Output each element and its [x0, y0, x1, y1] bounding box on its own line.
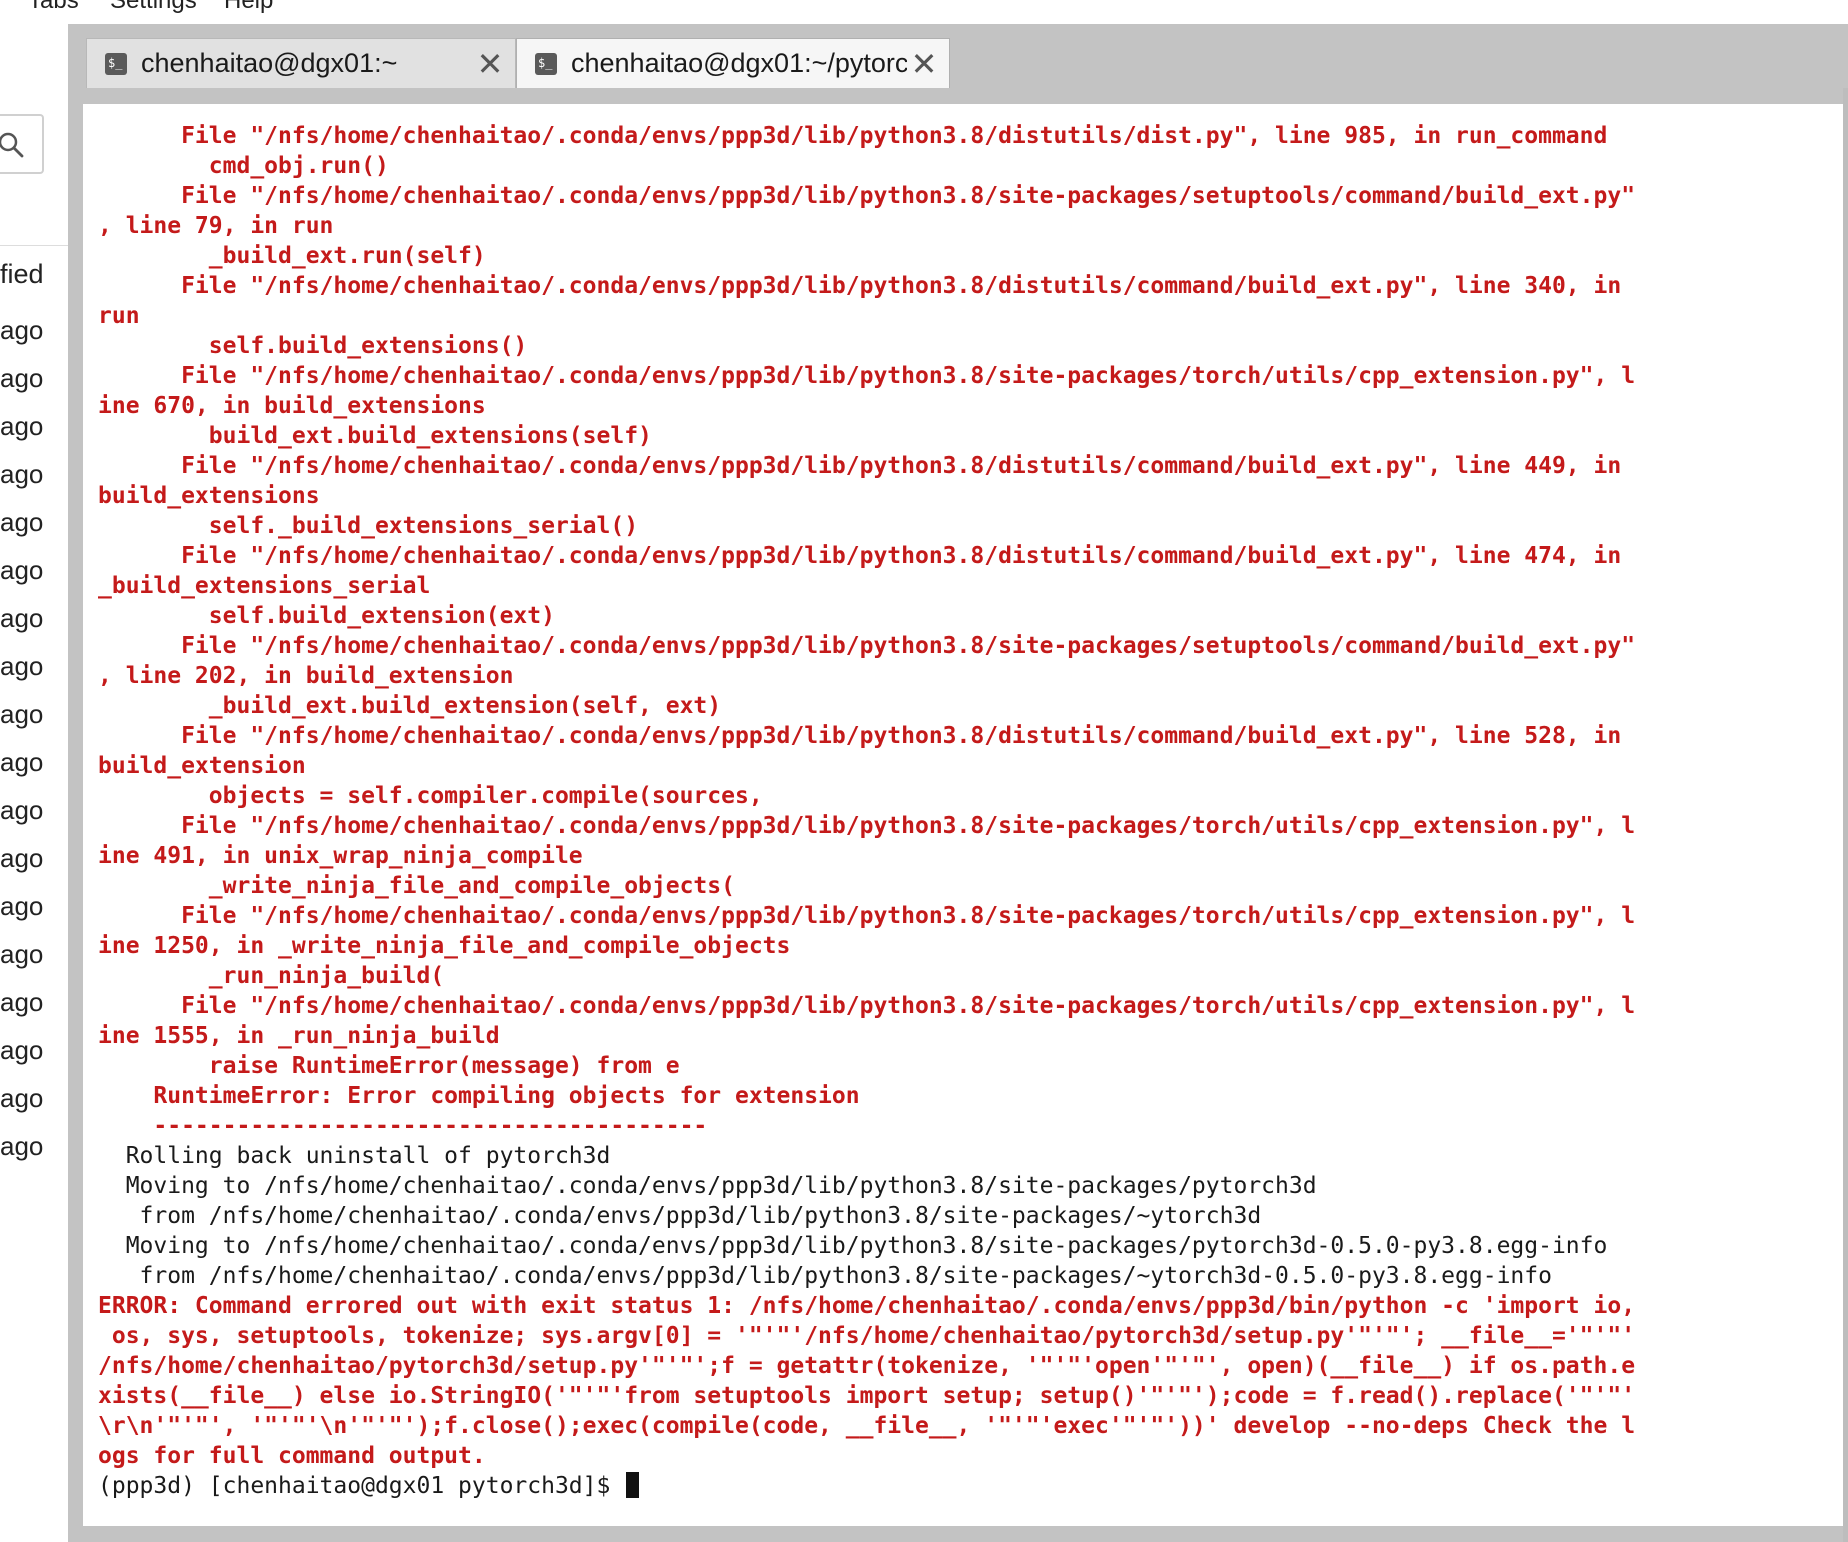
prompt-line[interactable]: (ppp3d) [chenhaitao@dgx01 pytorch3d]$ — [98, 1471, 1635, 1501]
list-item[interactable]: ago — [0, 498, 43, 546]
tab-label: chenhaitao@dgx01:~/pytorch3d — [571, 48, 907, 78]
tab-label: chenhaitao@dgx01:~ — [141, 48, 398, 78]
list-item[interactable]: ago — [0, 738, 43, 786]
terminal-text: File "/nfs/home/chenhaitao/.conda/envs/p… — [98, 121, 1635, 1501]
column-header-modified[interactable]: fied — [0, 259, 44, 290]
background-file-browser: fied ago ago ago ago ago ago ago ago ago… — [0, 24, 68, 1542]
error-output-line: , line 79, in run — [98, 213, 334, 239]
error-output-line: build_ext.build_extensions(self) — [98, 423, 652, 449]
list-item[interactable]: ago — [0, 978, 43, 1026]
tab-pytorch3d-terminal[interactable]: $_ chenhaitao@dgx01:~/pytorch3d ✕ — [516, 38, 950, 88]
tab-home-terminal[interactable]: $_ chenhaitao@dgx01:~ ✕ — [86, 38, 516, 88]
terminal-icon: $_ — [105, 52, 127, 75]
error-output-line: File "/nfs/home/chenhaitao/.conda/envs/p… — [98, 903, 1636, 929]
error-output-line: build_extension — [98, 753, 306, 779]
error-output-line: , line 202, in build_extension — [98, 663, 514, 689]
tab-bar: $_ chenhaitao@dgx01:~ ✕ $_ chenhaitao@dg… — [68, 24, 1848, 88]
error-output-line: File "/nfs/home/chenhaitao/.conda/envs/p… — [98, 273, 1622, 299]
list-item[interactable]: ago — [0, 834, 43, 882]
shell-prompt: (ppp3d) [chenhaitao@dgx01 pytorch3d]$ — [98, 1473, 625, 1499]
list-item[interactable]: ago — [0, 546, 43, 594]
list-item[interactable]: ago — [0, 450, 43, 498]
error-output-line: os, sys, setuptools, tokenize; sys.argv[… — [98, 1323, 1636, 1349]
output-line: from /nfs/home/chenhaitao/.conda/envs/pp… — [98, 1203, 1262, 1229]
error-output-line: _build_ext.build_extension(self, ext) — [98, 693, 722, 719]
error-output-line: RuntimeError: Error compiling objects fo… — [98, 1083, 860, 1109]
list-item[interactable]: ago — [0, 882, 43, 930]
error-output-line: xists(__file__) else io.StringIO('"'"'fr… — [98, 1383, 1636, 1409]
error-output-line: File "/nfs/home/chenhaitao/.conda/envs/p… — [98, 723, 1622, 749]
output-line: Moving to /nfs/home/chenhaitao/.conda/en… — [98, 1233, 1608, 1259]
close-icon[interactable]: ✕ — [907, 45, 941, 83]
error-output-line: ine 491, in unix_wrap_ninja_compile — [98, 843, 583, 869]
menu-bar: Tabs Settings Help — [0, 0, 1848, 24]
list-item[interactable]: ago — [0, 1026, 43, 1074]
error-output-line: ogs for full command output. — [98, 1443, 486, 1469]
error-output-line: File "/nfs/home/chenhaitao/.conda/envs/p… — [98, 453, 1622, 479]
list-item[interactable]: ago — [0, 1074, 43, 1122]
error-output-line: File "/nfs/home/chenhaitao/.conda/envs/p… — [98, 123, 1608, 149]
error-output-line: raise RuntimeError(message) from e — [98, 1053, 680, 1079]
terminal-icon: $_ — [535, 52, 557, 75]
error-output-line: /nfs/home/chenhaitao/pytorch3d/setup.py'… — [98, 1353, 1636, 1379]
error-output-line: run — [98, 303, 140, 329]
search-icon — [0, 132, 24, 158]
error-output-line: ine 670, in build_extensions — [98, 393, 486, 419]
error-output-line: _write_ninja_file_and_compile_objects( — [98, 873, 735, 899]
list-item[interactable]: ago — [0, 354, 43, 402]
list-item[interactable]: ago — [0, 642, 43, 690]
modified-column: ago ago ago ago ago ago ago ago ago ago … — [0, 306, 43, 1170]
error-output-line: \r\n'"'"', '"'"'\n'"'"');f.close();exec(… — [98, 1413, 1636, 1439]
terminal-output[interactable]: File "/nfs/home/chenhaitao/.conda/envs/p… — [83, 104, 1843, 1526]
list-item[interactable]: ago — [0, 1122, 43, 1170]
error-output-line: objects = self.compiler.compile(sources, — [98, 783, 763, 809]
error-output-line: File "/nfs/home/chenhaitao/.conda/envs/p… — [98, 993, 1636, 1019]
header-divider — [0, 245, 68, 246]
output-line: Rolling back uninstall of pytorch3d — [98, 1143, 611, 1169]
list-item[interactable]: ago — [0, 690, 43, 738]
error-output-line: File "/nfs/home/chenhaitao/.conda/envs/p… — [98, 633, 1636, 659]
list-item[interactable]: ago — [0, 402, 43, 450]
search-button[interactable] — [0, 114, 44, 174]
output-line: from /nfs/home/chenhaitao/.conda/envs/pp… — [98, 1263, 1552, 1289]
menu-tabs[interactable]: Tabs — [28, 0, 79, 15]
error-output-line: _build_extensions_serial — [98, 573, 431, 599]
error-output-line: _build_ext.run(self) — [98, 243, 486, 269]
error-output-line: self.build_extension(ext) — [98, 603, 555, 629]
list-item[interactable]: ago — [0, 306, 43, 354]
error-output-line: File "/nfs/home/chenhaitao/.conda/envs/p… — [98, 363, 1636, 389]
list-item[interactable]: ago — [0, 930, 43, 978]
menu-settings[interactable]: Settings — [110, 0, 197, 15]
error-output-line: File "/nfs/home/chenhaitao/.conda/envs/p… — [98, 543, 1622, 569]
list-item[interactable]: ago — [0, 786, 43, 834]
terminal-window: $_ chenhaitao@dgx01:~ ✕ $_ chenhaitao@dg… — [68, 24, 1848, 1542]
error-output-line: ---------------------------------------- — [98, 1113, 708, 1139]
menu-help[interactable]: Help — [224, 0, 273, 15]
list-item[interactable]: ago — [0, 594, 43, 642]
error-output-line: _run_ninja_build( — [98, 963, 445, 989]
output-line: Moving to /nfs/home/chenhaitao/.conda/en… — [98, 1173, 1317, 1199]
error-output-line: File "/nfs/home/chenhaitao/.conda/envs/p… — [98, 813, 1636, 839]
error-output-line: cmd_obj.run() — [98, 153, 389, 179]
error-output-line: build_extensions — [98, 483, 320, 509]
text-cursor — [626, 1472, 640, 1498]
close-icon[interactable]: ✕ — [473, 45, 507, 83]
error-output-line: File "/nfs/home/chenhaitao/.conda/envs/p… — [98, 183, 1636, 209]
error-output-line: ERROR: Command errored out with exit sta… — [98, 1293, 1636, 1319]
error-output-line: ine 1555, in _run_ninja_build — [98, 1023, 500, 1049]
error-output-line: self.build_extensions() — [98, 333, 528, 359]
window-edge — [1843, 88, 1848, 1542]
error-output-line: ine 1250, in _write_ninja_file_and_compi… — [98, 933, 791, 959]
error-output-line: self._build_extensions_serial() — [98, 513, 639, 539]
